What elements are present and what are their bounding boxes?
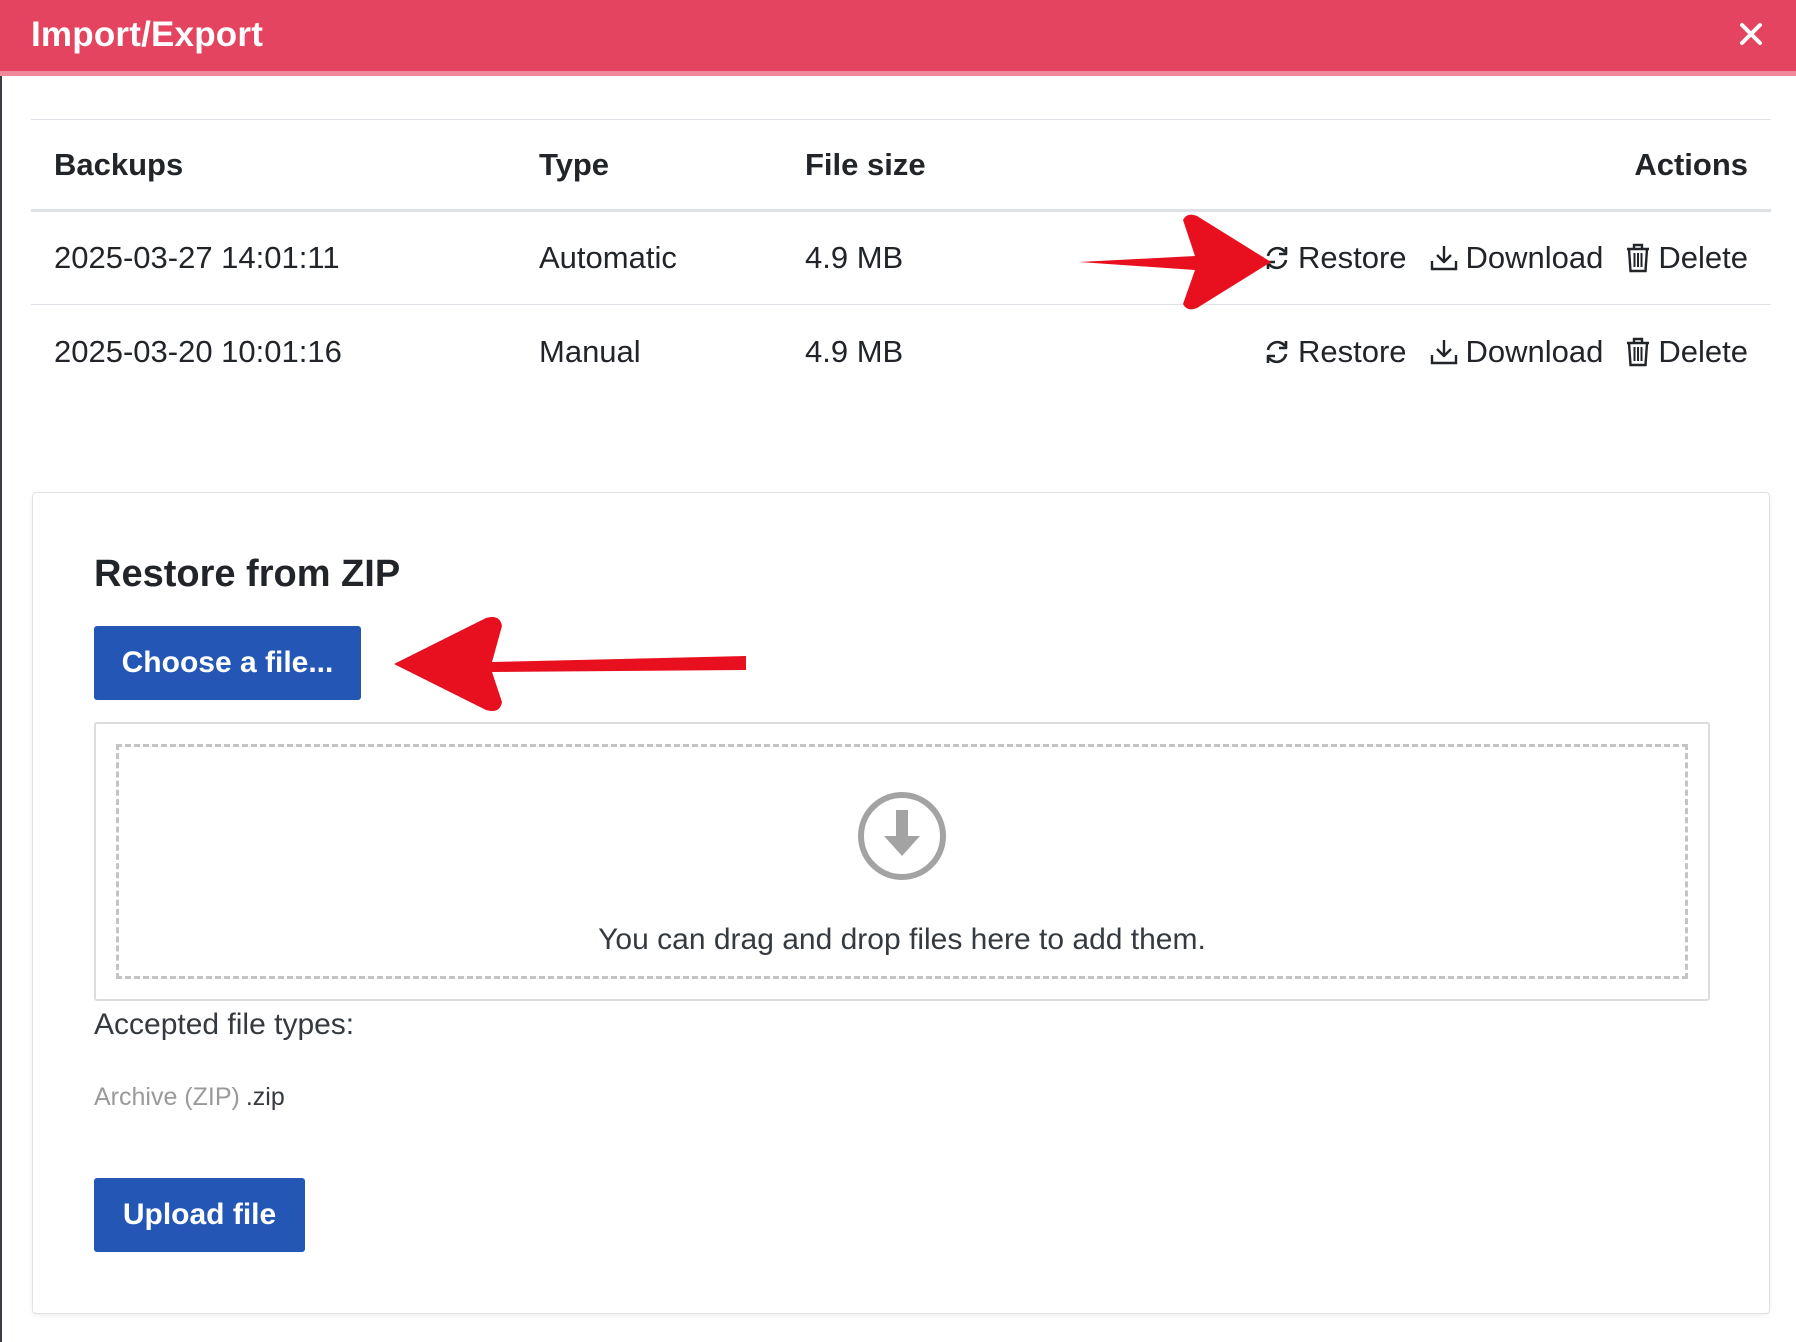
row-actions: Restore Download Delete xyxy=(1263,305,1748,398)
download-icon xyxy=(1430,339,1457,364)
backup-date: 2025-03-20 10:01:16 xyxy=(54,333,342,369)
download-label: Download xyxy=(1465,333,1604,369)
header-file-size: File size xyxy=(805,146,926,182)
choose-file-button[interactable]: Choose a file... xyxy=(94,626,361,700)
table-header-row: Backups Type File size Actions xyxy=(31,119,1771,212)
restore-heading: Restore from ZIP xyxy=(94,553,401,595)
window-edge xyxy=(0,76,2,1342)
delete-button[interactable]: Delete xyxy=(1625,334,1748,370)
accepted-type-name: Archive (ZIP) xyxy=(94,1083,240,1111)
restore-button[interactable]: Restore xyxy=(1263,334,1407,370)
accepted-types-label: Accepted file types: xyxy=(94,1008,355,1041)
download-button[interactable]: Download xyxy=(1429,333,1604,370)
dialog-titlebar: Import/Export xyxy=(0,0,1796,76)
annotation-arrow-right xyxy=(1079,214,1271,310)
table-row: 2025-03-27 14:01:11 Automatic 4.9 MB Res… xyxy=(31,212,1771,305)
download-circle-icon xyxy=(858,792,946,880)
file-dropzone[interactable]: You can drag and drop files here to add … xyxy=(94,722,1710,1001)
table-row: 2025-03-20 10:01:16 Manual 4.9 MB Restor… xyxy=(31,305,1771,398)
backup-type: Manual xyxy=(539,333,641,369)
restore-button[interactable]: Restore xyxy=(1263,240,1407,276)
restore-card: Restore from ZIP Choose a file... You ca… xyxy=(32,492,1770,1314)
restore-label: Restore xyxy=(1297,333,1407,369)
backup-size: 4.9 MB xyxy=(805,333,904,369)
delete-button[interactable]: Delete xyxy=(1625,240,1748,276)
delete-label: Delete xyxy=(1658,333,1748,369)
download-label: Download xyxy=(1465,240,1604,275)
backup-type: Automatic xyxy=(539,240,677,275)
header-actions: Actions xyxy=(1634,146,1748,182)
trash-icon xyxy=(1627,243,1650,273)
backup-size: 4.9 MB xyxy=(805,240,904,275)
close-icon xyxy=(1740,23,1762,45)
accepted-type-ext: .zip xyxy=(245,1083,285,1111)
accepted-types-list: Archive (ZIP) .zip xyxy=(94,1083,285,1112)
upload-file-button[interactable]: Upload file xyxy=(94,1178,305,1252)
dropzone-dashed-area[interactable]: You can drag and drop files here to add … xyxy=(116,744,1688,979)
download-button[interactable]: Download xyxy=(1429,240,1604,276)
dropzone-text: You can drag and drop files here to add … xyxy=(598,923,1206,956)
download-icon xyxy=(1430,246,1457,271)
refresh-icon xyxy=(1266,340,1288,363)
delete-label: Delete xyxy=(1658,240,1748,275)
backups-table: Backups Type File size Actions 2025-03-2… xyxy=(31,119,1771,398)
backup-date: 2025-03-27 14:01:11 xyxy=(54,240,340,275)
restore-label: Restore xyxy=(1297,240,1407,275)
header-backups: Backups xyxy=(54,146,184,182)
header-type: Type xyxy=(539,146,610,182)
dialog-title: Import/Export xyxy=(31,15,264,54)
close-button[interactable] xyxy=(1734,14,1768,54)
trash-icon xyxy=(1627,337,1650,366)
annotation-arrow-left xyxy=(394,617,746,711)
row-actions: Restore Download Delete xyxy=(1263,212,1748,304)
